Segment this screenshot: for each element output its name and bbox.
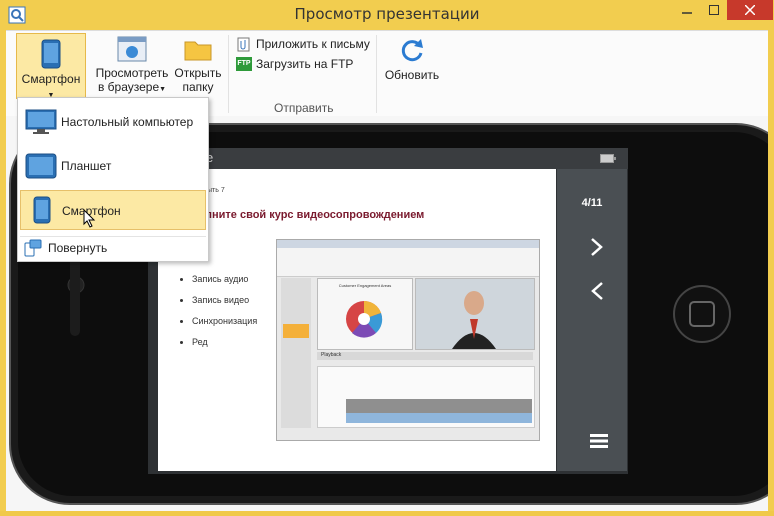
phone-nav-panel: 4/11	[557, 169, 627, 471]
menu-icon[interactable]	[590, 434, 608, 448]
embedded-thumbnails	[281, 278, 311, 428]
rotate-button[interactable]: Повернуть	[20, 236, 206, 259]
smartphone-view-label: Смартфон	[21, 72, 81, 86]
app-window: Просмотр презентации Смартфон ▼ Просмотр…	[0, 0, 774, 511]
embedded-playback-bar: Playback	[317, 352, 533, 360]
desktop-icon	[25, 109, 57, 134]
embedded-ribbon	[277, 248, 539, 277]
ribbon-separator	[228, 35, 229, 113]
slide-meta: ыть 7	[207, 187, 225, 194]
upload-ftp-button[interactable]: FTP Загрузить на FTP	[236, 57, 353, 71]
browser-label-line1: Просмотреть	[95, 66, 169, 80]
device-dropdown-menu: Настольный компьютер Планшет Смартфон По…	[17, 97, 209, 262]
browser-icon	[117, 36, 147, 62]
phone-status-bar: e	[148, 148, 628, 169]
embedded-app-screenshot: Customer Engagement Areas Playback	[276, 239, 540, 441]
minimize-button[interactable]	[674, 0, 700, 20]
minimize-icon	[682, 12, 692, 14]
refresh-label: Обновить	[384, 68, 440, 82]
slide-title: лните свой курс видеосопровождением	[205, 209, 425, 221]
embedded-timeline	[317, 366, 535, 428]
close-icon	[745, 5, 755, 15]
folder-label-line1: Открыть	[174, 66, 222, 80]
chevron-down-icon: ▼	[159, 86, 167, 93]
refresh-icon	[401, 39, 423, 62]
upload-ftp-label: Загрузить на FTP	[256, 57, 354, 71]
embedded-playback-label: Playback	[321, 352, 342, 358]
next-slide-icon[interactable]	[590, 237, 604, 257]
view-in-browser-button[interactable]: Просмотреть в браузере▼	[94, 35, 170, 97]
bullet-item: Ред	[192, 332, 257, 353]
embedded-timeline-track	[346, 399, 532, 413]
slide-counter: 4/11	[581, 197, 603, 209]
folder-icon	[184, 41, 212, 61]
embedded-audio-track	[346, 413, 532, 423]
embedded-titlebar	[277, 240, 539, 248]
bullet-list: Запись аудио Запись видео Синхронизация …	[168, 269, 257, 353]
window-title: Просмотр презентации	[294, 5, 480, 23]
tablet-icon	[25, 153, 57, 179]
pie-chart-graphic	[346, 300, 383, 338]
folder-label-line2: папку	[182, 80, 214, 94]
attachment-icon	[237, 37, 250, 52]
maximize-button[interactable]	[701, 0, 727, 20]
embedded-slide-chart: Customer Engagement Areas	[317, 278, 413, 350]
menu-item-desktop[interactable]: Настольный компьютер	[20, 102, 206, 142]
presenter-image	[452, 291, 496, 349]
embedded-selected-thumbnail	[283, 324, 309, 338]
rotate-label: Повернуть	[48, 241, 108, 255]
ftp-icon: FTP	[236, 57, 252, 71]
menu-item-tablet[interactable]: Планшет	[20, 146, 206, 186]
battery-icon	[600, 154, 616, 163]
presentation-slide: ыть 7 лните свой курс видеосопровождение…	[158, 169, 556, 471]
send-group-label: Отправить	[274, 101, 334, 115]
attach-email-label: Приложить к письму	[256, 37, 370, 51]
menu-item-label: Планшет	[61, 159, 112, 173]
smartphone-icon	[41, 39, 61, 69]
title-bar: Просмотр презентации	[0, 0, 774, 30]
browser-label-line2: в браузере	[97, 80, 160, 94]
bullet-item: Запись аудио	[192, 269, 257, 290]
previous-slide-icon[interactable]	[590, 281, 604, 301]
ribbon-separator	[376, 35, 377, 113]
smartphone-icon	[33, 196, 51, 224]
close-button[interactable]	[727, 0, 773, 20]
embedded-chart-caption: Customer Engagement Areas	[338, 283, 392, 288]
refresh-button[interactable]: Обновить	[382, 35, 442, 82]
attach-email-button[interactable]: Приложить к письму	[236, 36, 370, 52]
mouse-cursor-icon	[83, 209, 96, 228]
menu-item-smartphone[interactable]: Смартфон	[20, 190, 206, 230]
open-folder-button[interactable]: Открыть папку	[170, 35, 226, 94]
smartphone-view-button[interactable]: Смартфон ▼	[16, 33, 86, 99]
menu-item-label: Настольный компьютер	[61, 115, 194, 129]
maximize-icon	[709, 5, 719, 15]
rotate-icon	[24, 239, 42, 257]
bullet-item: Запись видео	[192, 290, 257, 311]
embedded-video-frame	[415, 278, 535, 350]
bullet-item: Синхронизация	[192, 311, 257, 332]
